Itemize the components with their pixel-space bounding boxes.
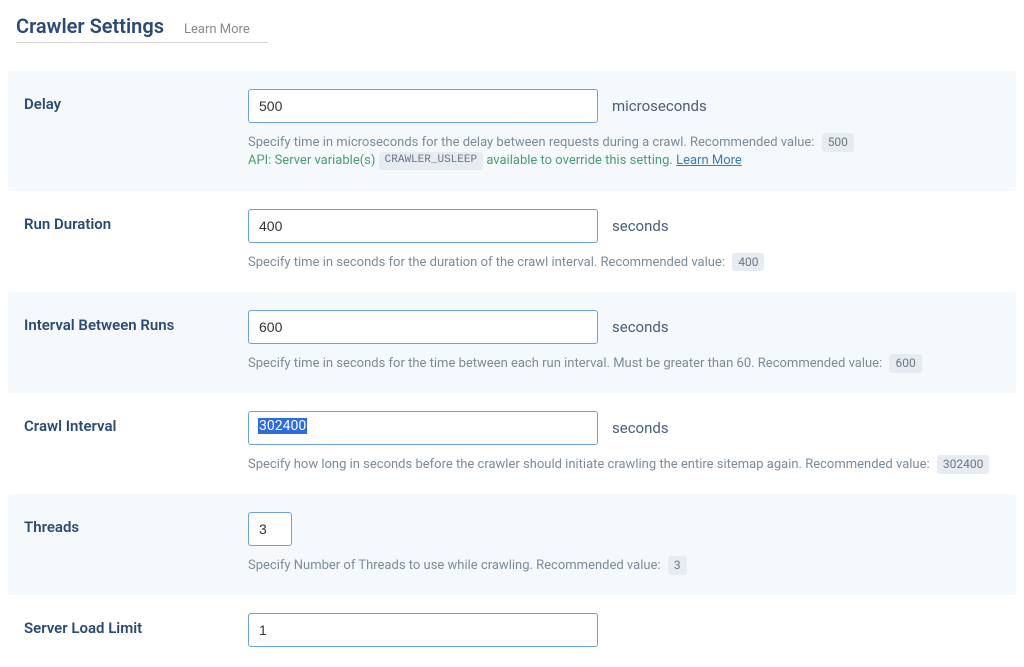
label-crawl-interval: Crawl Interval xyxy=(24,411,248,435)
setting-row-interval-between: Interval Between Runs seconds Specify ti… xyxy=(8,292,1016,393)
delay-recommended-chip: 500 xyxy=(822,133,854,152)
page-title: Crawler Settings xyxy=(16,14,164,42)
crawl-interval-recommended-chip: 302400 xyxy=(937,455,989,474)
threads-input[interactable] xyxy=(248,512,292,546)
interval-between-help: Specify time in seconds for the time bet… xyxy=(248,356,882,371)
crawl-interval-input[interactable] xyxy=(248,411,598,445)
run-duration-recommended-chip: 400 xyxy=(732,253,764,272)
delay-api-var: CRAWLER_USLEEP xyxy=(379,152,483,169)
server-load-input[interactable] xyxy=(248,613,598,647)
interval-between-recommended-chip: 600 xyxy=(889,354,921,373)
settings-container: Delay microseconds Specify time in micro… xyxy=(0,43,1024,667)
label-threads: Threads xyxy=(24,512,248,536)
label-run-duration: Run Duration xyxy=(24,209,248,233)
crawl-interval-help: Specify how long in seconds before the c… xyxy=(248,457,930,472)
run-duration-help: Specify time in seconds for the duration… xyxy=(248,255,725,270)
run-duration-input[interactable] xyxy=(248,209,598,243)
label-server-load: Server Load Limit xyxy=(24,613,248,637)
setting-row-crawl-interval: Crawl Interval 302400 seconds Specify ho… xyxy=(8,393,1016,494)
delay-unit: microseconds xyxy=(612,97,707,115)
delay-input[interactable] xyxy=(248,89,598,123)
setting-row-run-duration: Run Duration seconds Specify time in sec… xyxy=(8,191,1016,292)
setting-row-delay: Delay microseconds Specify time in micro… xyxy=(8,71,1016,191)
learn-more-link[interactable]: Learn More xyxy=(184,22,250,41)
delay-help: Specify time in microseconds for the del… xyxy=(248,135,814,150)
delay-api-learn-more[interactable]: Learn More xyxy=(676,153,742,168)
setting-row-server-load: Server Load Limit xyxy=(8,595,1016,667)
threads-help: Specify Number of Threads to use while c… xyxy=(248,558,661,573)
delay-api-pre: API: Server variable(s) xyxy=(248,153,375,168)
interval-between-input[interactable] xyxy=(248,310,598,344)
delay-api-post: available to override this setting. xyxy=(486,153,673,168)
crawl-interval-unit: seconds xyxy=(612,419,669,437)
threads-recommended-chip: 3 xyxy=(668,556,687,575)
label-delay: Delay xyxy=(24,89,248,113)
interval-between-unit: seconds xyxy=(612,318,669,336)
run-duration-unit: seconds xyxy=(612,217,669,235)
setting-row-threads: Threads Specify Number of Threads to use… xyxy=(8,494,1016,595)
label-interval-between: Interval Between Runs xyxy=(24,310,248,334)
